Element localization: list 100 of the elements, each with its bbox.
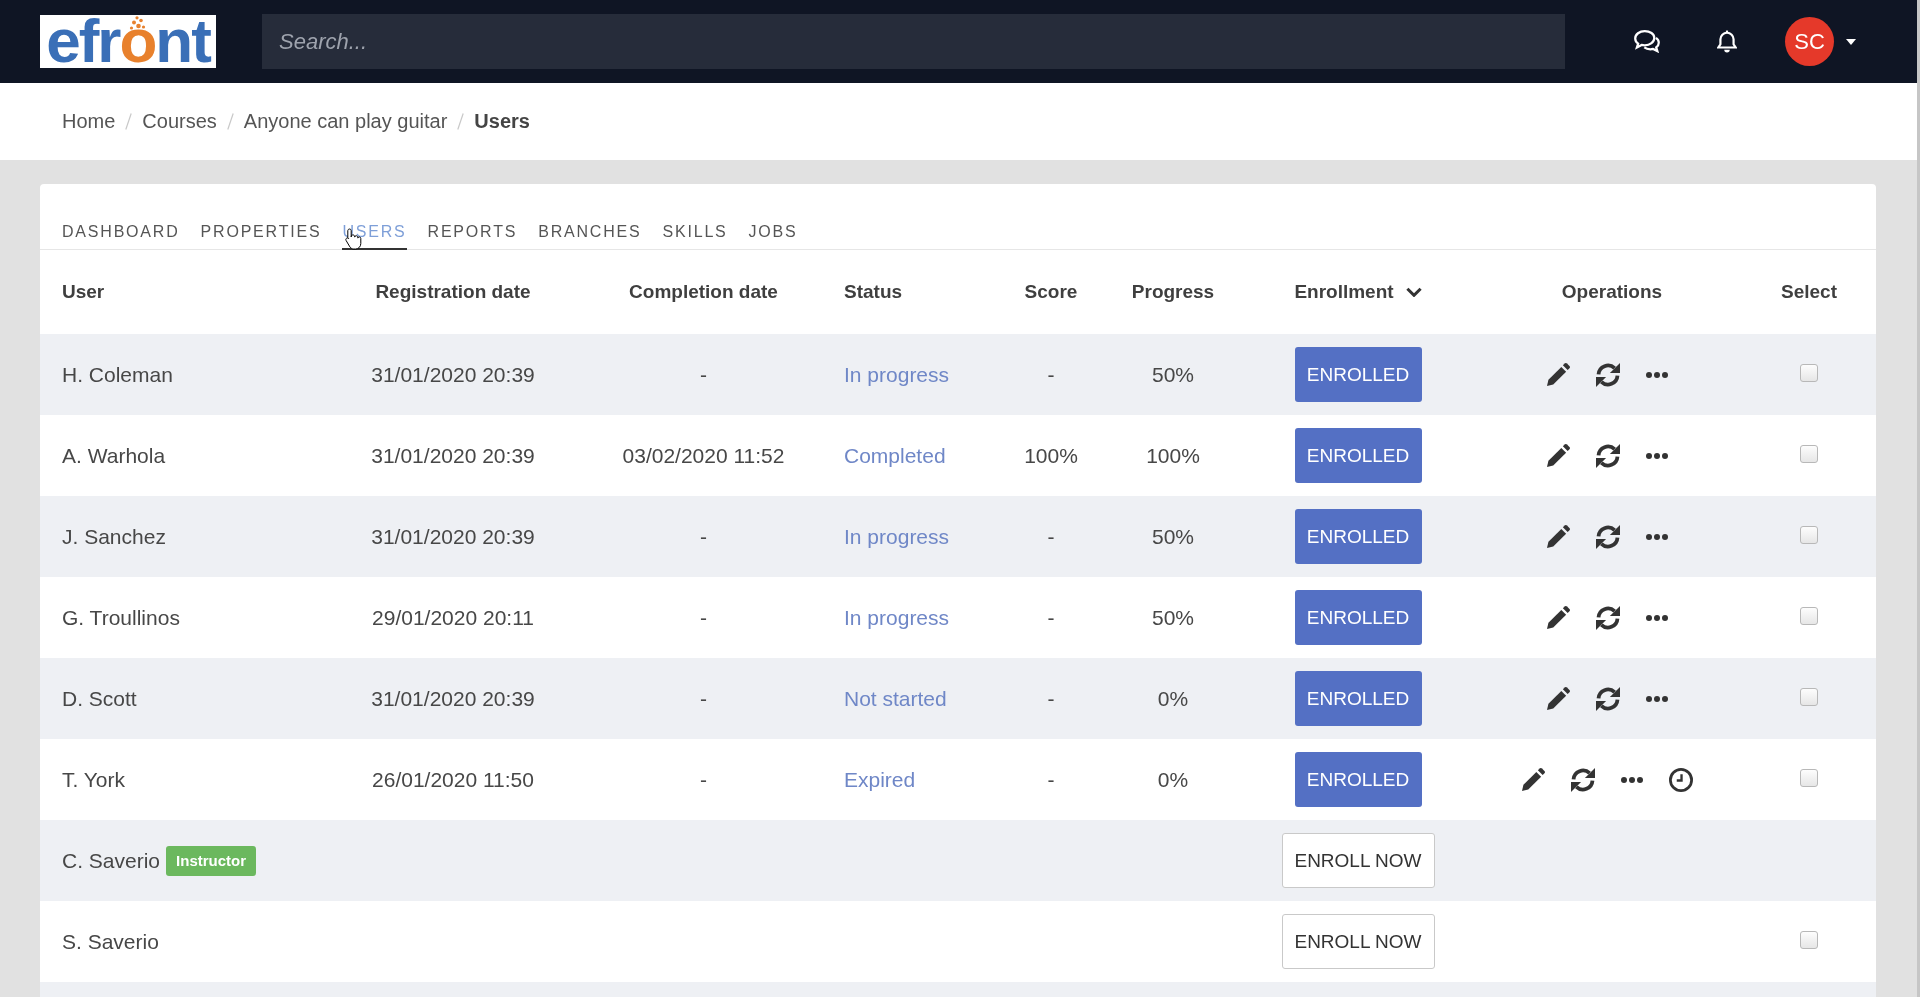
pencil-icon[interactable] [1546, 363, 1570, 386]
progress-value: 50% [1152, 524, 1194, 549]
enrolled-button[interactable]: ENROLLED [1294, 590, 1422, 645]
enrolled-button[interactable]: ENROLLED [1294, 752, 1422, 807]
circular-arrows-icon[interactable] [1570, 767, 1595, 792]
circular-arrows-icon[interactable] [1595, 686, 1620, 711]
user-name: C. Saverio [62, 848, 161, 873]
search-field[interactable]: Search... [262, 14, 1565, 69]
enrolled-button[interactable]: ENROLLED [1294, 347, 1422, 402]
score-value: - [1047, 362, 1055, 387]
user-name: H. Coleman [62, 362, 173, 387]
select-checkbox[interactable] [1800, 525, 1818, 544]
column-header: Status [844, 281, 903, 303]
score-value: - [1047, 767, 1055, 792]
select-checkbox[interactable] [1800, 768, 1818, 787]
tab[interactable]: BRANCHES [538, 215, 642, 250]
column-header: Operations [1561, 281, 1663, 303]
enrolled-button[interactable]: ENROLLED [1294, 428, 1422, 483]
user-name: G. Troullinos [62, 605, 180, 630]
user-name: D. Scott [62, 686, 137, 711]
enrolled-button[interactable]: ENROLLED [1294, 509, 1422, 564]
select-checkbox[interactable] [1800, 444, 1818, 463]
tab[interactable]: DASHBOARD [62, 215, 180, 250]
select-checkbox[interactable] [1800, 687, 1818, 706]
progress-value: 50% [1152, 605, 1194, 630]
status-label: Expired [844, 767, 916, 792]
user-name: A. Warhola [62, 443, 166, 468]
chevron-down-icon[interactable] [1405, 287, 1422, 297]
slash-icon [457, 113, 465, 130]
score-value: - [1047, 524, 1055, 549]
completion-date: - [700, 362, 707, 387]
registration-date: 31/01/2020 20:39 [371, 362, 535, 387]
avatar-button[interactable]: SC [1785, 17, 1834, 66]
enrolled-button[interactable]: ENROLLED [1294, 671, 1422, 726]
registration-date: 29/01/2020 20:11 [372, 605, 534, 630]
pencil-icon[interactable] [1546, 687, 1570, 710]
column-header: Registration date [375, 281, 531, 303]
column-header: Enrollment [1294, 281, 1394, 303]
registration-date: 31/01/2020 20:39 [371, 524, 535, 549]
breadcrumb-link[interactable]: Home [62, 110, 116, 133]
user-name: T. York [62, 767, 126, 792]
ellipsis-icon[interactable] [1645, 614, 1668, 621]
tab[interactable]: SKILLS [662, 215, 728, 250]
select-checkbox[interactable] [1800, 363, 1818, 382]
tab[interactable]: JOBS [748, 215, 798, 250]
progress-value: 0% [1157, 767, 1189, 792]
speech-bubbles-icon[interactable] [1634, 30, 1660, 53]
select-checkbox[interactable] [1800, 606, 1818, 625]
user-name: S. Saverio [62, 929, 159, 954]
circular-arrows-icon[interactable] [1595, 524, 1620, 549]
circular-arrows-icon[interactable] [1595, 443, 1620, 468]
column-header: User [62, 281, 105, 303]
status-label: In progress [844, 362, 950, 387]
ellipsis-icon[interactable] [1645, 452, 1668, 459]
breadcrumb-link[interactable]: Courses [142, 110, 217, 133]
score-value: - [1047, 686, 1055, 711]
caret-icon[interactable] [1846, 38, 1856, 45]
completion-date: 03/02/2020 11:52 [622, 443, 785, 468]
slash-icon [226, 113, 234, 130]
user-name: J. Sanchez [62, 524, 166, 549]
completion-date: - [700, 524, 707, 549]
progress-value: 0% [1157, 686, 1189, 711]
circular-arrows-icon[interactable] [1595, 605, 1620, 630]
select-checkbox[interactable] [1800, 930, 1818, 949]
column-header: Progress [1131, 281, 1215, 303]
column-header: Completion date [629, 281, 778, 303]
enroll-now-button[interactable]: ENROLL NOW [1281, 914, 1435, 969]
completion-date: - [700, 605, 707, 630]
bell-icon[interactable] [1717, 30, 1737, 53]
status-label: In progress [844, 524, 950, 549]
status-label: In progress [844, 605, 950, 630]
completion-date: - [700, 767, 707, 792]
ellipsis-icon[interactable] [1620, 776, 1643, 783]
status-label: Completed [844, 443, 946, 468]
logo[interactable]: efront [40, 15, 216, 68]
ellipsis-icon[interactable] [1645, 533, 1668, 540]
slash-icon [125, 113, 133, 130]
progress-value: 50% [1152, 362, 1194, 387]
ellipsis-icon[interactable] [1645, 695, 1668, 702]
breadcrumb-link[interactable]: Anyone can play guitar [243, 110, 448, 133]
tab[interactable]: REPORTS [427, 215, 518, 250]
pencil-icon[interactable] [1546, 525, 1570, 548]
completion-date: - [700, 686, 707, 711]
score-value: 100% [1024, 443, 1078, 468]
registration-date: 31/01/2020 20:39 [371, 686, 535, 711]
pencil-icon[interactable] [1546, 444, 1570, 467]
circular-arrows-icon[interactable] [1595, 362, 1620, 387]
column-header: Score [1024, 281, 1078, 303]
pencil-icon[interactable] [1521, 768, 1545, 791]
tab[interactable]: PROPERTIES [200, 215, 322, 250]
role-badge: Instructor [166, 845, 257, 876]
clock-icon[interactable] [1668, 767, 1693, 792]
pencil-icon[interactable] [1546, 606, 1570, 629]
progress-value: 100% [1146, 443, 1200, 468]
score-value: - [1047, 605, 1055, 630]
registration-date: 31/01/2020 20:39 [371, 443, 535, 468]
registration-date: 26/01/2020 11:50 [372, 767, 534, 792]
enroll-now-button[interactable]: ENROLL NOW [1281, 833, 1435, 888]
breadcrumb-current: Users [474, 110, 530, 133]
ellipsis-icon[interactable] [1645, 371, 1668, 378]
